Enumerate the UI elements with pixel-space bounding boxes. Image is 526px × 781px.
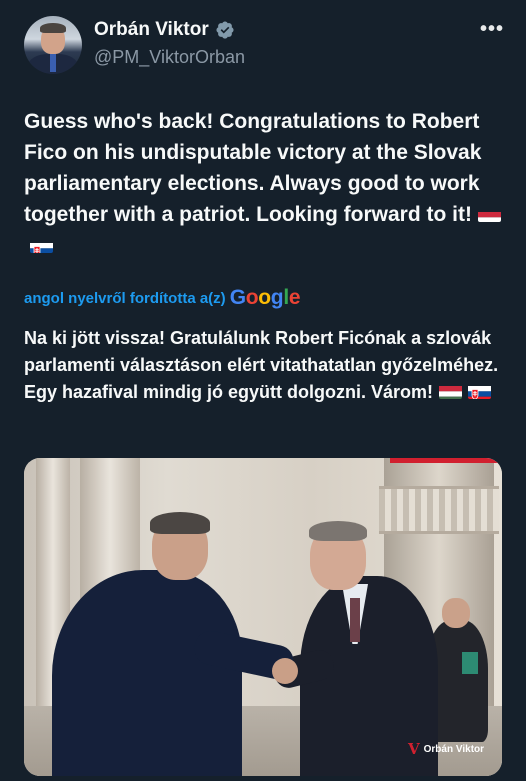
google-logo: Google: [229, 286, 301, 309]
watermark-text: Orbán Viktor: [423, 743, 485, 755]
translated-text-content: Na ki jött vissza! Gratulálunk Robert Fi…: [24, 328, 499, 402]
translation-label[interactable]: angol nyelvről fordította a(z): [24, 290, 226, 307]
media-accent-line: [390, 458, 502, 463]
translated-text: Na ki jött vissza! Gratulálunk Robert Fi…: [24, 325, 514, 406]
author-name[interactable]: Orbán Viktor: [94, 19, 209, 41]
hungary-flag-icon: [477, 206, 501, 222]
slovakia-flag-icon: [30, 237, 53, 253]
verified-badge-icon: [216, 21, 234, 39]
tweet-text-content: Guess who's back! Congratulations to Rob…: [24, 110, 482, 226]
author-name-row[interactable]: Orbán Viktor: [94, 19, 235, 41]
slovakia-flag-icon: [468, 383, 492, 399]
media-watermark: V Orbán Viktor: [408, 740, 484, 758]
tweet-media-image[interactable]: V Orbán Viktor: [24, 458, 502, 776]
tweet-text: Guess who's back! Congratulations to Rob…: [24, 106, 504, 261]
translation-attribution[interactable]: angol nyelvről fordította a(z) Google: [24, 286, 301, 310]
author-handle[interactable]: @PM_ViktorOrban: [94, 47, 245, 68]
more-horizontal-icon[interactable]: •••: [480, 18, 504, 41]
avatar[interactable]: [24, 16, 82, 74]
watermark-logo: V: [408, 740, 420, 758]
hungary-flag-icon: [439, 383, 463, 399]
tweet-header: Orbán Viktor @PM_ViktorOrban •••: [24, 14, 504, 76]
